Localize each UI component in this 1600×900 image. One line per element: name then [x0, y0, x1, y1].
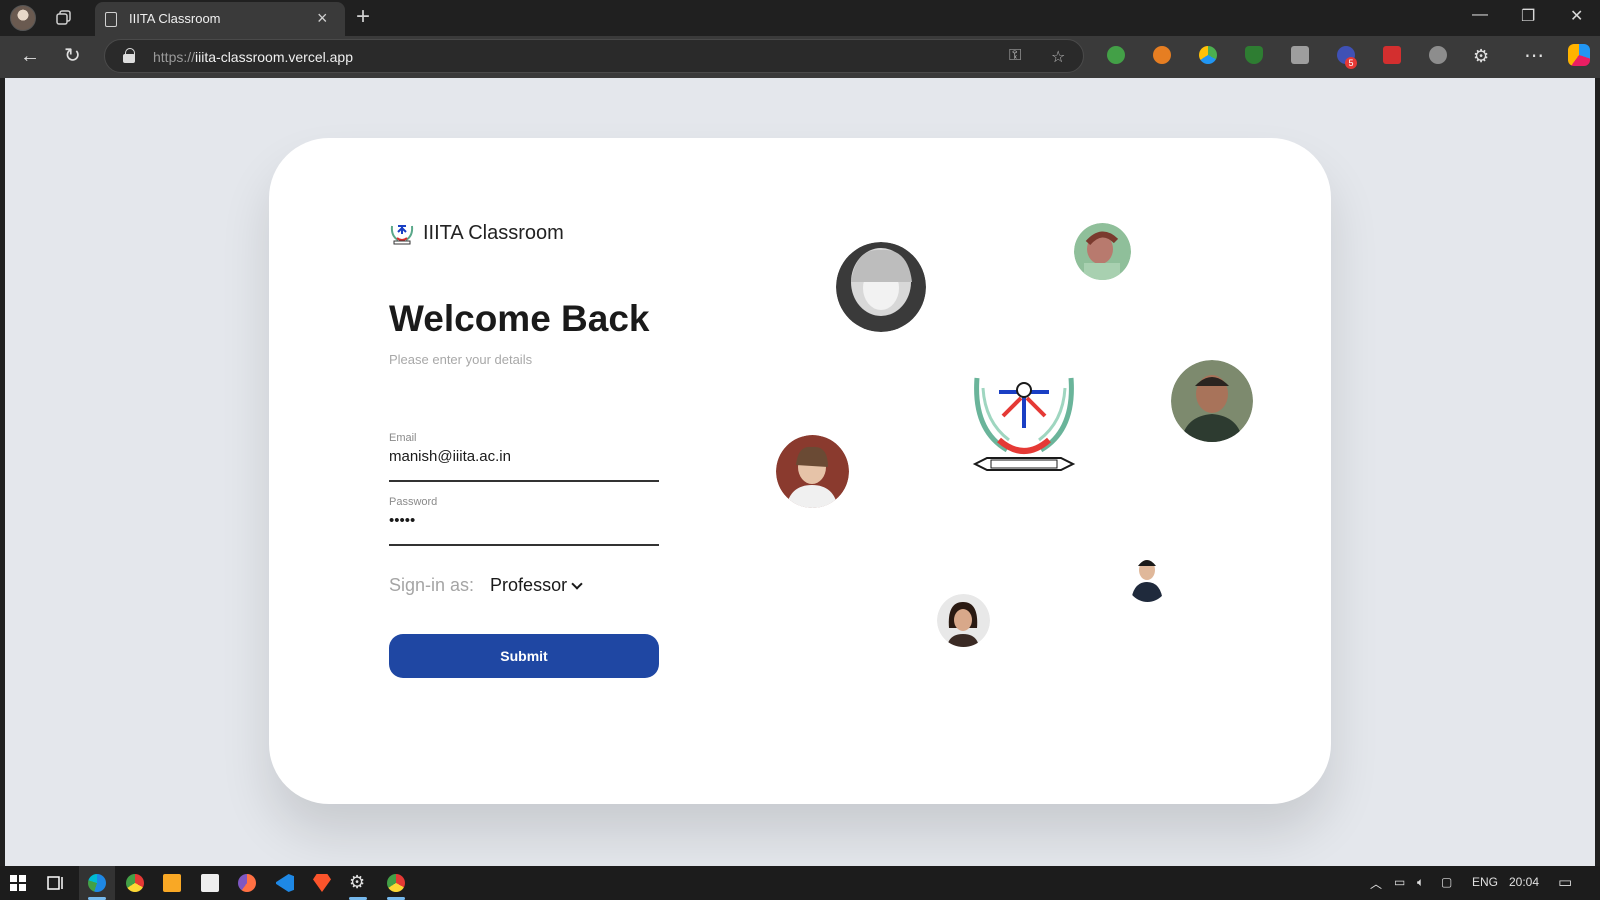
restore-icon[interactable]: ❐ [1521, 6, 1535, 26]
vscode-icon[interactable] [276, 874, 294, 892]
avatar-photo [1125, 550, 1170, 602]
avatar-photo [1171, 360, 1253, 442]
email-input[interactable] [389, 448, 659, 465]
extension-colorful-icon[interactable] [1199, 46, 1217, 64]
extension-face-icon[interactable] [1429, 46, 1447, 64]
extension-gray-icon[interactable] [1291, 46, 1309, 64]
email-label: Email [389, 432, 417, 444]
brand-name: IIITA Classroom [423, 221, 564, 244]
email-field: Email [389, 432, 659, 482]
more-menu-icon[interactable]: ⋯ [1524, 44, 1544, 68]
close-tab-icon[interactable]: × [317, 8, 328, 28]
file-explorer-icon[interactable] [163, 874, 181, 892]
lock-icon[interactable] [123, 48, 135, 63]
settings-gear-icon[interactable]: ⚙ [349, 872, 365, 893]
avatar-photo [1074, 223, 1131, 280]
page-subtitle: Please enter your details [389, 352, 533, 367]
chrome-icon[interactable] [126, 874, 144, 892]
notifications-icon[interactable]: ▭ [1558, 873, 1572, 891]
signin-role-row: Sign-in as: Professor [389, 575, 583, 596]
chevron-down-icon [571, 577, 583, 590]
browser-toolbar: ← ↻ https://iiita-classroom.vercel.app ⚿… [0, 36, 1600, 78]
iiita-emblem-icon [972, 377, 1076, 471]
url-text: https://iiita-classroom.vercel.app [153, 49, 353, 65]
password-field: Password [389, 496, 659, 546]
extension-badge: 5 [1345, 57, 1357, 69]
browser-tab-active[interactable]: IIITA Classroom × [95, 2, 345, 36]
avatar-photo [776, 435, 849, 508]
refresh-icon[interactable]: ↻ [64, 44, 81, 68]
page-icon [105, 12, 117, 27]
workspaces-icon[interactable] [55, 9, 73, 27]
chrome-alt-icon[interactable] [387, 874, 405, 892]
extensions-puzzle-icon[interactable]: ⚙ [1473, 44, 1489, 68]
close-window-icon[interactable]: ✕ [1570, 6, 1583, 26]
login-card: IIITA Classroom Welcome Back Please ente… [269, 138, 1331, 804]
password-input[interactable] [389, 512, 659, 529]
clock[interactable]: 20:04 [1509, 875, 1539, 889]
brave-icon[interactable] [313, 874, 331, 892]
volume-icon[interactable]: 🔈︎ [1417, 875, 1424, 890]
firefox-icon[interactable] [238, 874, 256, 892]
network-icon[interactable]: ▢ [1441, 875, 1452, 889]
avatar-photo [937, 594, 990, 647]
battery-icon[interactable]: ▭ [1394, 875, 1405, 889]
new-tab-button[interactable]: + [356, 4, 370, 30]
tab-title: IIITA Classroom [129, 11, 221, 26]
signin-label: Sign-in as: [389, 575, 475, 595]
task-view-icon[interactable] [46, 874, 64, 892]
extension-green-icon[interactable] [1107, 46, 1125, 64]
copilot-icon[interactable] [1568, 44, 1590, 66]
iiita-logo-icon [390, 225, 414, 245]
browser-tab-strip: IIITA Classroom × + — ❐ ✕ [0, 0, 1600, 36]
address-bar[interactable]: https://iiita-classroom.vercel.app ⚿ ☆ [104, 39, 1084, 73]
extension-orange-icon[interactable] [1153, 46, 1171, 64]
back-arrow-icon[interactable]: ← [20, 44, 40, 68]
edge-icon[interactable] [88, 874, 106, 892]
avatar-photo [836, 242, 926, 332]
role-value: Professor [490, 575, 568, 595]
microsoft-store-icon[interactable] [201, 874, 219, 892]
page-viewport: IIITA Classroom Welcome Back Please ente… [5, 78, 1595, 866]
language-indicator[interactable]: ENG [1472, 875, 1498, 889]
chevron-up-icon[interactable]: ︿ [1370, 875, 1382, 892]
submit-button[interactable]: Submit [389, 634, 659, 678]
favorite-star-icon[interactable]: ☆ [1051, 47, 1065, 67]
extension-red-icon[interactable] [1383, 46, 1401, 64]
page-title: Welcome Back [389, 298, 650, 339]
os-taskbar: ⚙ ︿ ▭ 🔈︎ ▢ ENG 20:04 ▭ [0, 866, 1600, 900]
password-key-icon[interactable]: ⚿ [1009, 47, 1021, 65]
minimize-icon[interactable]: — [1472, 6, 1488, 24]
role-select[interactable]: Professor [490, 575, 583, 596]
brand: IIITA Classroom [389, 220, 564, 246]
windows-start-icon[interactable] [9, 874, 27, 892]
shield-extension-icon[interactable] [1245, 46, 1263, 64]
profile-avatar-icon[interactable] [10, 5, 36, 31]
password-label: Password [389, 496, 438, 508]
